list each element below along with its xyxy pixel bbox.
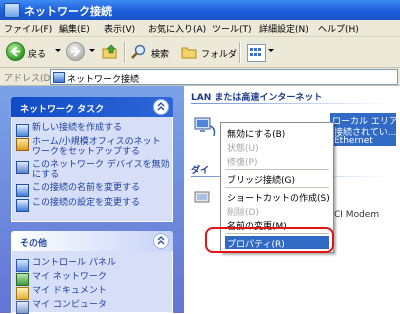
network-connections-icon <box>4 3 20 18</box>
task-label: 新しい接続を作成する <box>32 123 123 133</box>
properties-callout-ring <box>205 227 334 253</box>
other-places-title: その他 <box>20 239 48 249</box>
forward-dropdown-icon[interactable] <box>89 49 95 52</box>
address-bar: アドレス(D) ネットワーク接続 <box>0 68 400 86</box>
menu-edit[interactable]: 編集(E) <box>59 22 90 35</box>
menu-item-delete[interactable]: 削除(D) <box>225 204 329 218</box>
task-pane: ネットワーク タスク 新しい接続を作成する ホーム/小規模オフィスのネット ワー… <box>0 86 184 314</box>
my-network-icon <box>16 273 29 286</box>
network-connections-icon <box>53 72 65 83</box>
search-button-label[interactable]: 検索 <box>151 47 169 60</box>
lan-connection-icon[interactable] <box>192 116 218 138</box>
task-label: この接続の設定を変更する <box>32 198 141 208</box>
rename-icon <box>16 184 29 197</box>
place-label: コントロール パネル <box>32 258 116 268</box>
new-connection-icon <box>16 124 29 137</box>
address-field[interactable]: ネットワーク接続 <box>50 69 398 85</box>
group-divider <box>191 103 391 104</box>
menu-item-repair[interactable]: 修復(P) <box>225 154 329 168</box>
menu-item-disable[interactable]: 無効にする(B) <box>225 126 329 140</box>
home-network-icon <box>16 138 29 151</box>
menu-separator <box>225 187 329 188</box>
menu-separator <box>225 169 329 170</box>
task-label: ワークをセットアップする <box>32 147 141 157</box>
collapse-icon[interactable] <box>153 233 169 249</box>
menu-item-bridge[interactable]: ブリッジ接続(G) <box>225 172 329 186</box>
network-tasks-title: ネットワーク タスク <box>20 105 105 115</box>
menu-favorites[interactable]: お気に入り(A) <box>148 22 206 35</box>
settings-icon <box>16 199 29 212</box>
menu-file[interactable]: ファイル(F) <box>4 22 52 35</box>
my-documents-icon <box>16 287 29 300</box>
address-label: アドレス(D) <box>4 74 54 84</box>
toolbar: 戻る 検索 フォルダ <box>0 37 400 68</box>
menu-item-status[interactable]: 状態(U) <box>225 140 329 154</box>
dialup-connection-device: CI Modem <box>334 210 380 220</box>
menu-bar: ファイル(F) 編集(E) 表示(V) お気に入り(A) ツール(T) 詳細設定… <box>0 20 400 37</box>
my-computer-icon <box>16 301 29 314</box>
folders-icon[interactable] <box>181 45 197 59</box>
task-label: この接続の名前を変更する <box>32 183 141 193</box>
group-title-lan: LAN または高速インターネット <box>191 93 323 103</box>
up-folder-icon[interactable] <box>102 43 119 60</box>
menu-view[interactable]: 表示(V) <box>104 22 135 35</box>
menu-tools[interactable]: ツール(T) <box>212 22 252 35</box>
other-places-header[interactable]: その他 <box>11 231 173 251</box>
toolbar-separator <box>124 42 126 63</box>
task-label: にする <box>32 170 60 180</box>
folders-button-label[interactable]: フォルダ <box>201 47 237 60</box>
place-label: マイ コンピュータ <box>32 300 107 310</box>
views-dropdown-icon[interactable] <box>268 49 274 52</box>
views-icon[interactable] <box>247 44 266 62</box>
network-tasks-header[interactable]: ネットワーク タスク <box>11 97 173 117</box>
search-icon[interactable] <box>131 44 147 60</box>
network-tasks-panel: 新しい接続を作成する ホーム/小規模オフィスのネット ワークをセットアップする … <box>11 117 173 222</box>
toolbar-separator <box>239 42 241 63</box>
disable-device-icon <box>16 161 29 174</box>
title-bar: ネットワーク接続 <box>0 0 400 20</box>
menu-help[interactable]: ヘルプ(H) <box>318 22 359 35</box>
menu-advanced[interactable]: 詳細設定(N) <box>259 22 309 35</box>
window-title: ネットワーク接続 <box>24 5 112 18</box>
lan-connection-device: Ethernet <box>334 136 373 146</box>
menu-item-create-shortcut[interactable]: ショートカットの作成(S) <box>225 190 330 204</box>
dialup-connection-icon[interactable] <box>192 190 216 210</box>
back-button-label[interactable]: 戻る <box>28 47 46 60</box>
back-dropdown-icon[interactable] <box>55 49 61 52</box>
back-arrow-icon[interactable] <box>6 42 25 61</box>
control-panel-icon <box>16 259 29 272</box>
address-value: ネットワーク接続 <box>67 75 140 85</box>
place-label: マイ ドキュメント <box>32 286 107 296</box>
other-places-panel: コントロール パネル マイ ネットワーク マイ ドキュメント マイ コンピュータ <box>11 251 173 314</box>
group-title-dialup: ダイ <box>191 166 210 176</box>
collapse-icon[interactable] <box>153 99 169 115</box>
place-label: マイ ネットワーク <box>32 272 107 282</box>
forward-arrow-icon[interactable] <box>66 42 85 61</box>
